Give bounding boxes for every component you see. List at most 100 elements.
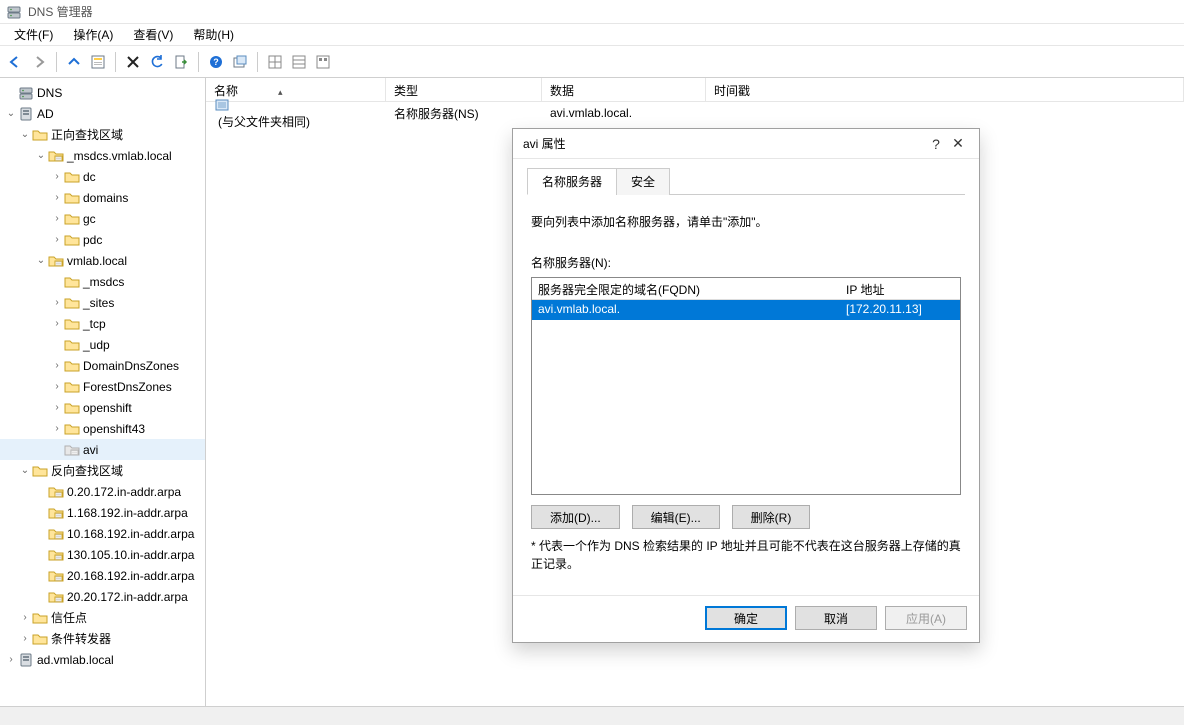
cell-data: avi.vmlab.local. [542, 106, 706, 120]
dialog-close-button[interactable]: ✕ [947, 133, 969, 155]
zone-icon [48, 253, 64, 269]
server-icon [18, 106, 34, 122]
tree-folder-domaindns[interactable]: ›DomainDnsZones [0, 355, 205, 376]
apply-button[interactable]: 应用(A) [885, 606, 967, 630]
toolbar [0, 46, 1184, 78]
record-icon [214, 97, 378, 113]
cancel-button[interactable]: 取消 [795, 606, 877, 630]
dialog-help-button[interactable]: ? [925, 133, 947, 155]
server-icon [18, 652, 34, 668]
dialog-title-text: avi 属性 [523, 135, 566, 152]
folder-icon [64, 211, 80, 227]
tree-folder-tcp[interactable]: ›_tcp [0, 313, 205, 334]
forward-button[interactable] [28, 51, 50, 73]
dns-icon [18, 85, 34, 101]
ns-col-fqdn[interactable]: 服务器完全限定的域名(FQDN) [532, 278, 840, 299]
tree-reverse-zones[interactable]: ⌄反向查找区域 [0, 460, 205, 481]
tree-folder-msdcs2[interactable]: _msdcs [0, 271, 205, 292]
tree-zone-r3[interactable]: 130.105.10.in-addr.arpa [0, 544, 205, 565]
folder-icon [64, 400, 80, 416]
tab-security[interactable]: 安全 [616, 168, 670, 195]
ok-button[interactable]: 确定 [705, 606, 787, 630]
dialog-titlebar[interactable]: avi 属性 ? ✕ [513, 129, 979, 159]
tree-zone-vmlab[interactable]: ⌄vmlab.local [0, 250, 205, 271]
tree-zone-avi[interactable]: avi [0, 439, 205, 460]
tree-zone-msdcs[interactable]: ⌄_msdcs.vmlab.local [0, 145, 205, 166]
folder-icon [64, 169, 80, 185]
new-window-button[interactable] [229, 51, 251, 73]
tree-folder-dc[interactable]: ›dc [0, 166, 205, 187]
tree-server-ad[interactable]: ⌄AD [0, 103, 205, 124]
ns-row[interactable]: avi.vmlab.local. [172.20.11.13] [532, 300, 960, 320]
folder-icon [64, 232, 80, 248]
tree-zone-r2[interactable]: 10.168.192.in-addr.arpa [0, 523, 205, 544]
tree-zone-r1[interactable]: 1.168.192.in-addr.arpa [0, 502, 205, 523]
tree-pane[interactable]: DNS ⌄AD ⌄正向查找区域 ⌄_msdcs.vmlab.local ›dc … [0, 78, 206, 706]
tree-folder-sites[interactable]: ›_sites [0, 292, 205, 313]
title-bar: DNS 管理器 [0, 0, 1184, 24]
zone-icon [48, 589, 64, 605]
ns-list-header[interactable]: 服务器完全限定的域名(FQDN) IP 地址 [532, 278, 960, 300]
name-servers-label: 名称服务器(N): [531, 254, 961, 271]
folder-icon [64, 316, 80, 332]
status-bar [0, 707, 1184, 725]
tree-conditional-forwarders[interactable]: ›条件转发器 [0, 628, 205, 649]
properties-button[interactable] [87, 51, 109, 73]
zone-icon [48, 148, 64, 164]
back-button[interactable] [4, 51, 26, 73]
name-servers-list[interactable]: 服务器完全限定的域名(FQDN) IP 地址 avi.vmlab.local. … [531, 277, 961, 495]
add-button[interactable]: 添加(D)... [531, 505, 620, 529]
folder-icon [64, 337, 80, 353]
folder-icon [32, 610, 48, 626]
view-layout2-button[interactable] [288, 51, 310, 73]
up-button[interactable] [63, 51, 85, 73]
tree-folder-udp[interactable]: _udp [0, 334, 205, 355]
tree-zone-r5[interactable]: 20.20.172.in-addr.arpa [0, 586, 205, 607]
view-layout1-button[interactable] [264, 51, 286, 73]
tree-forward-zones[interactable]: ⌄正向查找区域 [0, 124, 205, 145]
delete-button[interactable] [122, 51, 144, 73]
refresh-button[interactable] [146, 51, 168, 73]
delete-button[interactable]: 删除(R) [732, 505, 811, 529]
tree-folder-gc[interactable]: ›gc [0, 208, 205, 229]
folder-icon [64, 358, 80, 374]
menu-action[interactable]: 操作(A) [63, 24, 123, 45]
folder-icon [64, 274, 80, 290]
ns-col-ip[interactable]: IP 地址 [840, 278, 960, 299]
export-button[interactable] [170, 51, 192, 73]
menu-help[interactable]: 帮助(H) [183, 24, 244, 45]
dialog-tabs: 名称服务器 安全 [527, 167, 965, 195]
toolbar-separator [56, 52, 57, 72]
menu-file[interactable]: 文件(F) [4, 24, 63, 45]
tab-name-servers[interactable]: 名称服务器 [527, 168, 617, 195]
folder-icon [32, 631, 48, 647]
tree-folder-forestdns[interactable]: ›ForestDnsZones [0, 376, 205, 397]
list-row[interactable]: (与父文件夹相同) 名称服务器(NS) avi.vmlab.local. [206, 102, 1184, 124]
tree-folder-pdc[interactable]: ›pdc [0, 229, 205, 250]
folder-icon [64, 190, 80, 206]
tree-folder-openshift[interactable]: ›openshift [0, 397, 205, 418]
tree-folder-domains[interactable]: ›domains [0, 187, 205, 208]
col-header-timestamp[interactable]: 时间戳 [706, 78, 1184, 101]
zone-icon [48, 505, 64, 521]
dialog-hint-text: 要向列表中添加名称服务器，请单击"添加"。 [531, 213, 961, 230]
zone-icon [48, 547, 64, 563]
tree-folder-openshift43[interactable]: ›openshift43 [0, 418, 205, 439]
menu-view[interactable]: 查看(V) [123, 24, 183, 45]
tree-trust-points[interactable]: ›信任点 [0, 607, 205, 628]
edit-button[interactable]: 编辑(E)... [632, 505, 720, 529]
toolbar-separator [198, 52, 199, 72]
col-header-type[interactable]: 类型 [386, 78, 542, 101]
menu-bar: 文件(F) 操作(A) 查看(V) 帮助(H) [0, 24, 1184, 46]
tree-zone-r0[interactable]: 0.20.172.in-addr.arpa [0, 481, 205, 502]
view-layout3-button[interactable] [312, 51, 334, 73]
tree-root-dns[interactable]: DNS [0, 82, 205, 103]
ns-cell-ip: [172.20.11.13] [840, 300, 960, 320]
folder-icon [64, 379, 80, 395]
col-header-data[interactable]: 数据 [542, 78, 706, 101]
cell-name: (与父文件夹相同) [218, 115, 310, 129]
tree-server-advmlab[interactable]: ›ad.vmlab.local [0, 649, 205, 670]
help-button[interactable] [205, 51, 227, 73]
tree-zone-r4[interactable]: 20.168.192.in-addr.arpa [0, 565, 205, 586]
window-title: DNS 管理器 [28, 3, 93, 20]
